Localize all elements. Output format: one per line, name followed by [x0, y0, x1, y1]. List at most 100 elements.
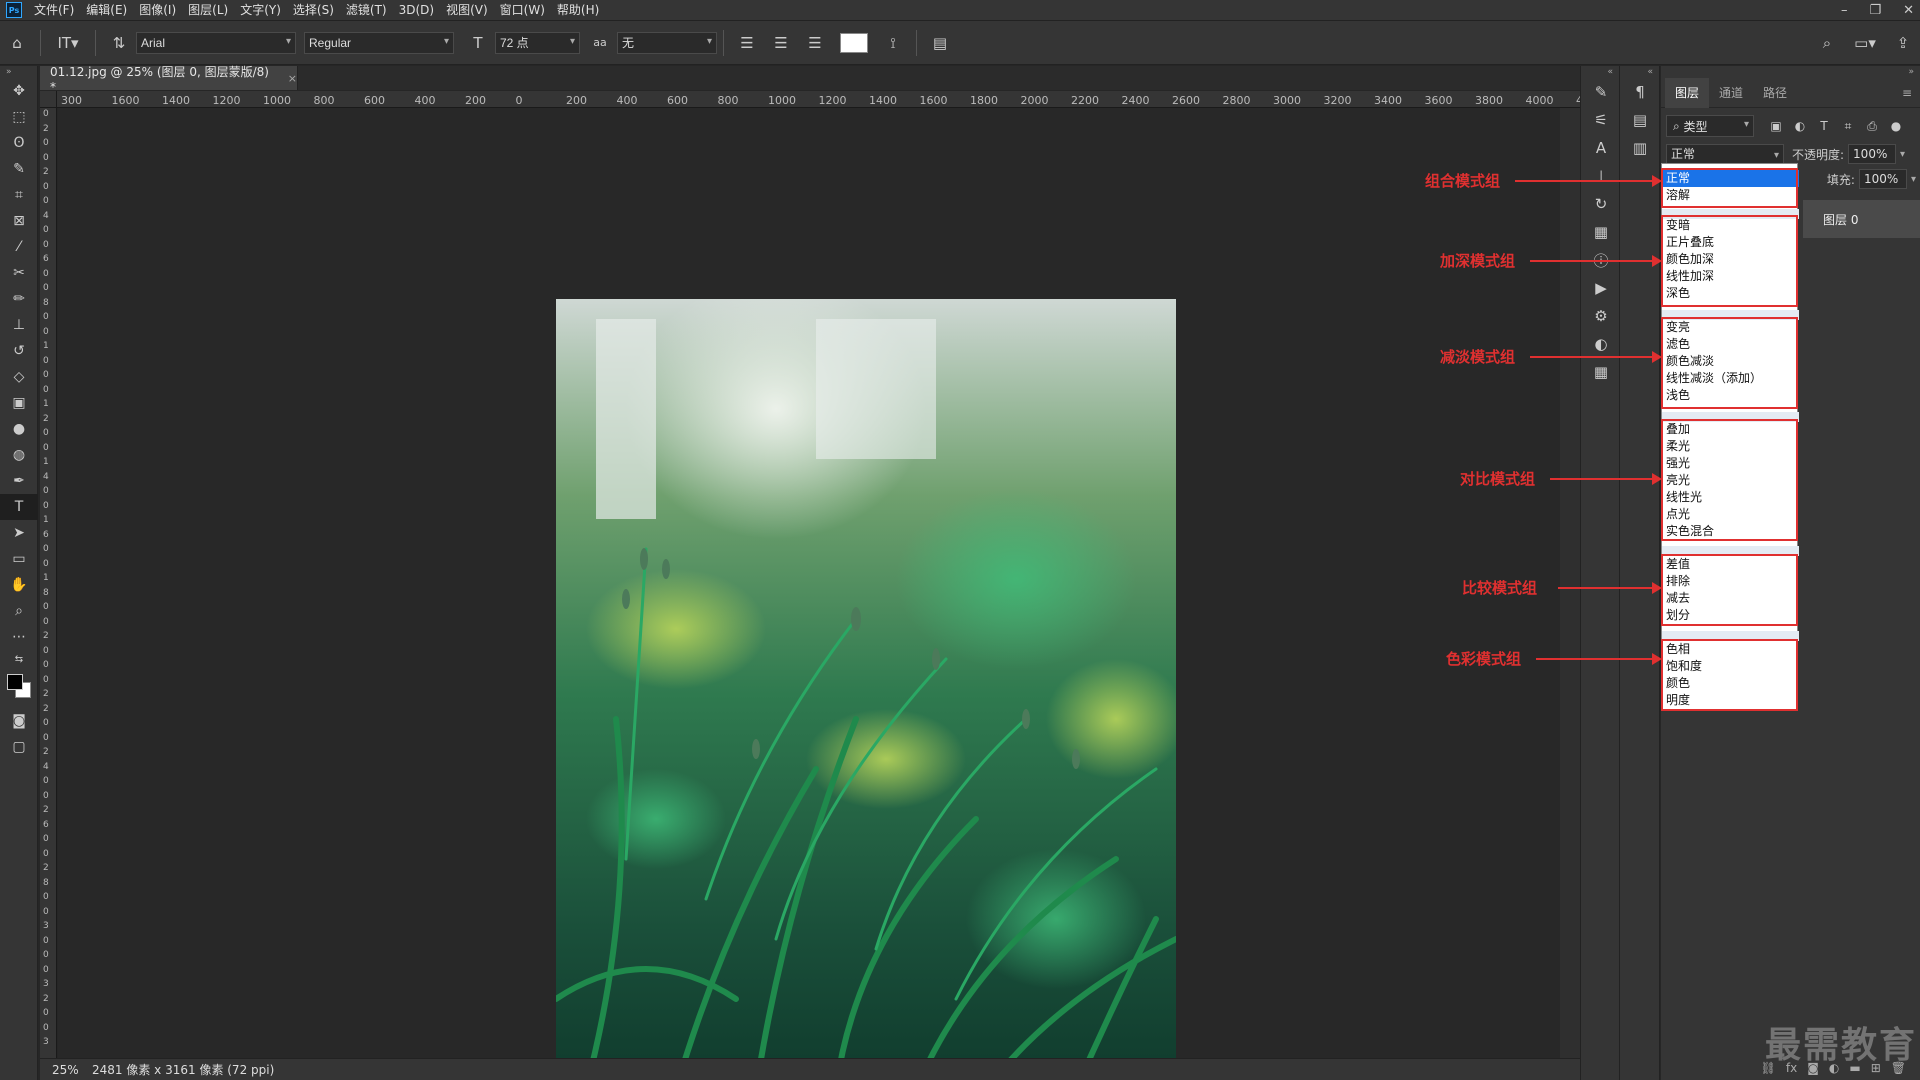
dodge-tool-icon[interactable]: ◍: [0, 442, 38, 468]
search-icon[interactable]: ⌕: [1813, 29, 1841, 57]
warp-text-icon[interactable]: ⟟: [879, 29, 907, 57]
color-icon[interactable]: ◐: [1581, 330, 1621, 358]
character-panel-icon[interactable]: ▤: [926, 29, 954, 57]
menu-item-2[interactable]: 图像(I): [133, 0, 182, 21]
font-style-select[interactable]: Regular ▾: [304, 31, 454, 54]
font-family-select[interactable]: Arial ▾: [136, 31, 296, 54]
foreground-color[interactable]: [7, 674, 23, 690]
zoom-tool-icon[interactable]: ⌕: [0, 598, 38, 624]
opacity-input[interactable]: 100%: [1848, 144, 1897, 164]
antialias-select[interactable]: 无 ▾: [617, 31, 717, 54]
brush-settings-icon[interactable]: ✎: [1581, 78, 1621, 106]
menu-item-8[interactable]: 视图(V): [440, 0, 494, 21]
blend-mode-select[interactable]: 正常 ▾: [1666, 144, 1784, 164]
adjustment-filter-icon[interactable]: ◐: [1788, 119, 1812, 133]
healing-tool-icon[interactable]: ✂: [0, 260, 38, 286]
hand-tool-icon[interactable]: ✋: [0, 572, 38, 598]
adjustment-icon[interactable]: ◐: [1829, 1061, 1839, 1075]
pen-tool-icon[interactable]: ✒: [0, 468, 38, 494]
fill-input[interactable]: 100%: [1858, 169, 1907, 189]
workspace-icon[interactable]: ▭▾: [1847, 29, 1883, 57]
type-tool-preset-icon[interactable]: IT▾: [50, 29, 86, 57]
menu-item-9[interactable]: 窗口(W): [494, 0, 551, 21]
lasso-tool-icon[interactable]: ʘ: [0, 130, 38, 156]
collapse-arrows-icon[interactable]: »: [0, 66, 37, 78]
actions-icon[interactable]: ▶: [1581, 274, 1621, 302]
frame-tool-icon[interactable]: ⊠: [0, 208, 38, 234]
swatches-icon[interactable]: ▦: [1581, 218, 1621, 246]
align-left-icon[interactable]: ☰: [733, 29, 761, 57]
shape-filter-icon[interactable]: ⌗: [1836, 119, 1860, 134]
mask-icon[interactable]: ◙: [1807, 1061, 1819, 1075]
menu-item-4[interactable]: 文字(Y): [234, 0, 287, 21]
canvas-area[interactable]: [58, 108, 1580, 1080]
more-tools-icon[interactable]: ⋯: [0, 624, 38, 650]
text-filter-icon[interactable]: T: [1812, 119, 1836, 133]
quick-select-tool-icon[interactable]: ✎: [0, 156, 38, 182]
character-icon[interactable]: A: [1581, 134, 1621, 162]
menu-item-5[interactable]: 选择(S): [287, 0, 340, 21]
font-size-select[interactable]: 72 点 ▾: [495, 31, 580, 54]
clone-source-icon[interactable]: ⊥: [1581, 162, 1621, 190]
text-color-swatch[interactable]: [840, 32, 868, 53]
filter-toggle-icon[interactable]: ●: [1884, 119, 1908, 133]
menu-item-6[interactable]: 滤镜(T): [340, 0, 393, 21]
menu-item-7[interactable]: 3D(D): [393, 0, 440, 21]
move-tool-icon[interactable]: ✥: [0, 78, 38, 104]
panel-menu-icon[interactable]: ≡: [1902, 86, 1912, 100]
menu-item-0[interactable]: 文件(F): [28, 0, 80, 21]
restore-icon[interactable]: ❐: [1869, 3, 1881, 18]
history-brush-icon[interactable]: ↺: [0, 338, 38, 364]
minimize-icon[interactable]: –: [1841, 3, 1848, 18]
rectangle-tool-icon[interactable]: ▭: [0, 546, 38, 572]
menu-item-10[interactable]: 帮助(H): [551, 0, 605, 21]
tab-channels[interactable]: 通道: [1709, 78, 1753, 108]
home-icon[interactable]: ⌂: [3, 29, 31, 57]
pixel-filter-icon[interactable]: ▣: [1764, 119, 1788, 133]
filter-type-select[interactable]: ⌕ 类型 ▾: [1666, 115, 1754, 137]
paragraph-icon[interactable]: ¶: [1620, 78, 1660, 106]
menu-item-1[interactable]: 编辑(E): [80, 0, 133, 21]
properties-icon[interactable]: ⚙: [1581, 302, 1621, 330]
layer-row[interactable]: 图层 0: [1803, 200, 1920, 238]
table-icon[interactable]: ▦: [1581, 358, 1621, 386]
color-swatches[interactable]: [0, 668, 38, 708]
glyphs-icon[interactable]: ▤: [1620, 106, 1660, 134]
swap-colors-icon[interactable]: ⇆: [0, 650, 38, 668]
share-icon[interactable]: ⇪: [1889, 29, 1917, 57]
trash-icon[interactable]: 🗑: [1891, 1061, 1906, 1075]
align-right-icon[interactable]: ☰: [801, 29, 829, 57]
notes-icon[interactable]: ▥: [1620, 134, 1660, 162]
blur-tool-icon[interactable]: ●: [0, 416, 38, 442]
link-icon[interactable]: ⛓: [1761, 1061, 1776, 1075]
zoom-level[interactable]: 25%: [40, 1063, 79, 1077]
collapse-arrows-icon[interactable]: «: [1620, 66, 1659, 78]
document-info[interactable]: 2481 像素 x 3161 像素 (72 ppi): [78, 1061, 274, 1078]
gradient-tool-icon[interactable]: ▣: [0, 390, 38, 416]
toggle-text-orientation-icon[interactable]: ⇅: [105, 29, 133, 57]
close-icon[interactable]: ✕: [1903, 3, 1914, 18]
eyedropper-tool-icon[interactable]: ⁄: [0, 234, 38, 260]
align-center-icon[interactable]: ☰: [767, 29, 795, 57]
document-tab[interactable]: 01.12.jpg @ 25% (图层 0, 图层蒙版/8) * ×: [40, 65, 298, 94]
vertical-scrollbar[interactable]: [1560, 108, 1580, 1058]
chevron-down-icon[interactable]: ▾: [1911, 174, 1916, 185]
history-icon[interactable]: ↻: [1581, 190, 1621, 218]
stamp-tool-icon[interactable]: ⊥: [0, 312, 38, 338]
brush-tool-icon[interactable]: ✏: [0, 286, 38, 312]
quick-mask-icon[interactable]: ◙: [0, 708, 38, 734]
menu-item-3[interactable]: 图层(L): [182, 0, 234, 21]
close-tab-icon[interactable]: ×: [288, 72, 297, 85]
type-tool-icon[interactable]: T: [0, 494, 38, 520]
eraser-tool-icon[interactable]: ◇: [0, 364, 38, 390]
fx-icon[interactable]: fx: [1786, 1061, 1797, 1075]
tab-layers[interactable]: 图层: [1665, 77, 1710, 108]
chevron-down-icon[interactable]: ▾: [1900, 149, 1905, 160]
smart-object-filter-icon[interactable]: ⎙: [1860, 119, 1884, 134]
collapse-arrows-icon[interactable]: «: [1581, 66, 1619, 78]
new-layer-icon[interactable]: ⊞: [1871, 1061, 1881, 1075]
adjustments-icon[interactable]: ⚟: [1581, 106, 1621, 134]
screen-mode-icon[interactable]: ▢: [0, 734, 38, 760]
tab-paths[interactable]: 路径: [1753, 78, 1797, 108]
collapse-arrows-icon[interactable]: »: [1661, 66, 1920, 78]
